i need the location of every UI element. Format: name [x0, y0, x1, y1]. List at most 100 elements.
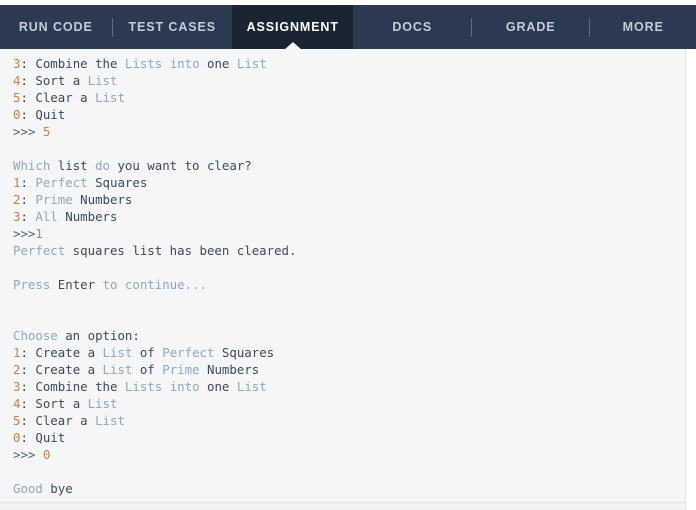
- terminal-line: 0: Quit: [13, 429, 685, 446]
- user-input: 0: [42, 447, 51, 462]
- horizontal-scrollbar[interactable]: [0, 502, 685, 510]
- line-text: Create: [35, 345, 81, 360]
- terminal-line: Press Enter to continue...: [13, 276, 685, 293]
- line-text: bye: [42, 481, 73, 496]
- line-keyword: List: [87, 73, 118, 88]
- user-input: 1: [35, 226, 43, 241]
- line-text: [162, 56, 169, 71]
- console-wrapper: 3: Combine the Lists into one List 4: Sor…: [0, 49, 696, 510]
- line-text: of: [132, 345, 163, 360]
- line-text: a: [72, 90, 96, 105]
- line-text: Numbers: [57, 209, 118, 224]
- line-keyword: List: [95, 413, 125, 428]
- line-text: Combine: [35, 379, 88, 394]
- line-text: Create: [35, 362, 81, 377]
- line-keyword: Good: [13, 481, 43, 496]
- terminal-line: 4: Sort a List: [13, 395, 685, 412]
- terminal-line: 1: Perfect Squares: [13, 174, 685, 191]
- terminal-line: 5: Clear a List: [13, 89, 685, 106]
- terminal-line: Perfect squares list has been cleared.: [13, 242, 685, 259]
- line-text: [162, 379, 169, 394]
- line-text: Quit: [35, 107, 66, 122]
- line-keyword: All: [35, 209, 58, 224]
- line-keyword: Press: [13, 277, 51, 292]
- terminal-line: 3: Combine the Lists into one List: [13, 55, 685, 72]
- terminal-line: >>> 0: [13, 446, 685, 463]
- prompt-marker: >>>: [13, 124, 43, 139]
- tab-test-cases[interactable]: TEST CASES: [113, 5, 232, 49]
- terminal-scroll-area: 3: Combine the Lists into one List 4: Sor…: [0, 49, 685, 497]
- terminal-line: 3: Combine the Lists into one List: [13, 378, 685, 395]
- line-text: :: [20, 413, 36, 428]
- terminal-line: Good bye: [13, 480, 685, 497]
- line-text: :: [20, 379, 36, 394]
- line-text: Clear: [35, 413, 73, 428]
- tab-run-code[interactable]: RUN CODE: [0, 5, 112, 49]
- terminal-line: 4: Sort a List: [13, 72, 685, 89]
- line-text: list: [50, 158, 96, 173]
- line-keyword: continue...: [124, 277, 207, 292]
- tab-assignment[interactable]: ASSIGNMENT: [232, 5, 354, 49]
- line-text: squares list has been cleared.: [65, 243, 297, 258]
- line-text: :: [20, 73, 36, 88]
- tab-run-code-label: RUN CODE: [18, 20, 93, 34]
- line-keyword: into: [169, 379, 200, 394]
- tab-docs[interactable]: DOCS: [353, 5, 470, 49]
- line-text: :: [20, 209, 36, 224]
- line-text: :: [20, 362, 36, 377]
- terminal-output-panel[interactable]: 3: Combine the Lists into one List 4: Sor…: [0, 49, 686, 510]
- line-text: the: [87, 379, 125, 394]
- terminal-line: Which list do you want to clear?: [13, 157, 685, 174]
- line-text: a: [65, 396, 88, 411]
- line-keyword: to: [102, 277, 118, 292]
- terminal-line: 0: Quit: [13, 106, 685, 123]
- line-text: Clear: [35, 90, 73, 105]
- assignment-console-page: RUN CODE TEST CASES ASSIGNMENT DOCS GRAD…: [0, 0, 696, 510]
- line-text: :: [20, 107, 36, 122]
- active-tab-caret-icon: [283, 42, 302, 49]
- line-text: :: [20, 430, 36, 445]
- terminal-line: 2: Create a List of Prime Numbers: [13, 361, 685, 378]
- line-keyword: List: [102, 362, 133, 377]
- line-text: Numbers: [72, 192, 133, 207]
- terminal-line: >>> 5: [13, 123, 685, 140]
- tab-docs-label: DOCS: [392, 20, 433, 34]
- line-keyword: List: [236, 379, 267, 394]
- line-text: a: [80, 345, 103, 360]
- line-text: :: [20, 192, 36, 207]
- tab-assignment-label: ASSIGNMENT: [246, 20, 339, 34]
- terminal-line: >>>1: [13, 225, 685, 242]
- line-keyword: Which: [13, 158, 51, 173]
- line-keyword: Perfect: [162, 345, 215, 360]
- terminal-line: 3: All Numbers: [13, 208, 685, 225]
- line-text: a: [80, 362, 103, 377]
- line-keyword: Choose: [13, 328, 58, 343]
- line-text: [117, 277, 124, 292]
- tab-grade[interactable]: GRADE: [472, 5, 589, 49]
- horizontal-scrollbar-thumb[interactable]: [0, 504, 685, 509]
- tab-more[interactable]: MORE: [590, 5, 696, 49]
- line-text: :: [20, 345, 36, 360]
- line-text: a: [65, 73, 88, 88]
- tab-more-label: MORE: [622, 20, 664, 34]
- line-text: Sort: [35, 396, 66, 411]
- prompt-marker: >>>: [13, 226, 36, 241]
- line-text: the: [87, 56, 125, 71]
- line-text: Sort: [35, 73, 66, 88]
- line-text: an option:: [57, 328, 140, 343]
- line-text: a: [72, 413, 96, 428]
- line-text: Combine: [35, 56, 88, 71]
- line-keyword: Prime: [35, 192, 73, 207]
- line-keyword: Lists: [124, 56, 163, 71]
- prompt-marker: >>>: [13, 447, 43, 462]
- tab-bar: RUN CODE TEST CASES ASSIGNMENT DOCS GRAD…: [0, 5, 696, 49]
- line-keyword: List: [102, 345, 133, 360]
- line-text: one: [199, 56, 237, 71]
- terminal-line: Choose an option:: [13, 327, 685, 344]
- terminal-line: 2: Prime Numbers: [13, 191, 685, 208]
- line-text: :: [20, 396, 36, 411]
